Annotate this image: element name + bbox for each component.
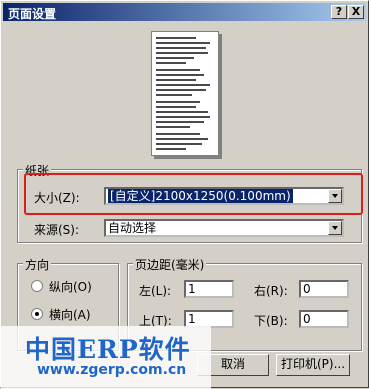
chevron-down-icon[interactable]	[328, 221, 342, 235]
margin-right-input[interactable]: 0	[299, 280, 349, 298]
margin-bottom-input[interactable]: 0	[299, 310, 349, 328]
paper-source-select[interactable]: 自动选择	[104, 219, 344, 237]
watermark-name: 中国ERP软件	[25, 335, 191, 364]
watermark-url: www.zgerp.com.cn	[37, 362, 187, 378]
orientation-group-label: 方向	[23, 256, 52, 273]
help-button[interactable]: ?	[331, 5, 347, 19]
landscape-radio[interactable]	[31, 308, 43, 320]
watermark: 中国ERP软件 www.zgerp.com.cn	[1, 326, 211, 389]
printer-button[interactable]: 打印机(P)...	[276, 354, 350, 376]
page-preview	[151, 31, 219, 156]
paper-source-value: 自动选择	[108, 221, 157, 235]
highlight-box	[24, 173, 363, 215]
margin-bottom-label: 下(B):	[254, 314, 288, 328]
margins-group-label: 页边距(毫米)	[133, 256, 207, 273]
portrait-label: 纵向(O)	[49, 280, 92, 294]
landscape-label: 横向(A)	[49, 308, 91, 322]
paper-source-label: 来源(S):	[34, 223, 80, 237]
portrait-radio[interactable]	[31, 280, 43, 292]
page-setup-dialog: 页面设置 ? X 纸张 大小(Z): [自定义]2100x1250(0.100m…	[0, 0, 369, 389]
window-title: 页面设置	[8, 7, 57, 21]
margin-left-label: 左(L):	[139, 284, 172, 298]
title-bar[interactable]: 页面设置 ? X	[3, 3, 366, 21]
close-button[interactable]: X	[348, 5, 364, 19]
margin-right-label: 右(R):	[254, 284, 288, 298]
margin-left-input[interactable]: 1	[184, 280, 234, 298]
